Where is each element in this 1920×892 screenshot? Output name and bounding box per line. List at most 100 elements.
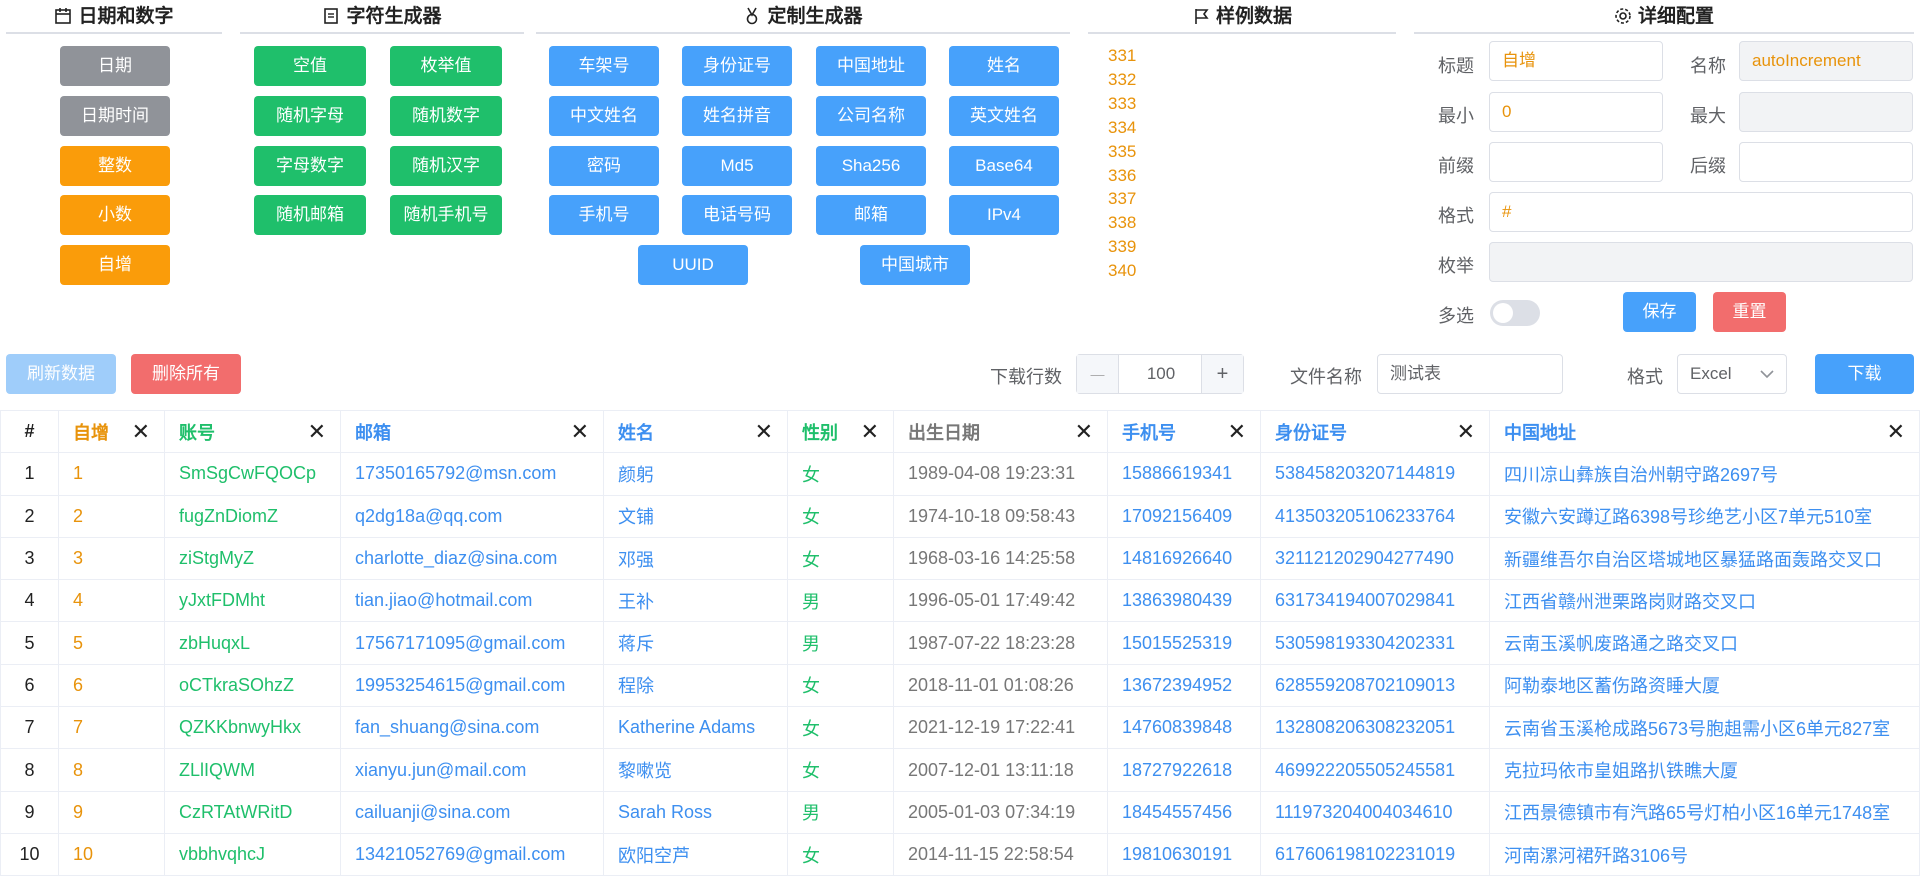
enum-value-button[interactable]: 枚举值 [390,46,502,86]
cell-name: Katherine Adams [603,706,788,750]
close-icon[interactable]: ✕ [861,419,879,445]
close-icon[interactable]: ✕ [132,419,150,445]
gear-icon [1615,8,1631,24]
email-button[interactable]: 邮箱 [816,195,926,235]
name-pinyin-button[interactable]: 姓名拼音 [682,96,792,136]
cell-gender: 女 [787,494,894,538]
cell-birth: 2021-12-19 17:22:41 [893,706,1108,750]
config-multi-label: 多选 [1438,306,1474,326]
header-label: 身份证号 [1275,422,1347,443]
filename-input[interactable]: 测试表 [1377,354,1563,394]
random-letter-button[interactable]: 随机字母 [254,96,366,136]
header-label: 姓名 [618,422,654,443]
date-button[interactable]: 日期 [60,46,170,86]
table-row: 9 9 CzRTAtWRitD cailuanji@sina.com Sarah Ros… [0,790,1920,834]
table-row: 3 3 ziStgMyZ charlotte_diaz@sina.com 邓强女 1968… [0,536,1920,581]
china-city-button[interactable]: 中国城市 [860,245,970,285]
cell-email: cailuanji@sina.com [340,790,604,834]
flag-icon [1195,9,1209,24]
col-birth-header: 出生日期 ✕ [893,409,1108,454]
cell-gender: 女 [787,706,894,750]
china-address-button[interactable]: 中国地址 [816,46,926,86]
download-button[interactable]: 下载 [1815,354,1914,394]
auto-increment-button[interactable]: 自增 [60,245,170,285]
telephone-button[interactable]: 电话号码 [682,195,792,235]
cell-mobile: 18454557456 [1107,790,1261,834]
cell-name: 邓强 [603,536,788,581]
delete-all-button[interactable]: 删除所有 [131,354,241,394]
sample-list: 331 332 333 334 335 336 337 338 339 340 [1108,44,1136,283]
refresh-button[interactable]: 刷新数据 [6,354,116,394]
config-suffix-input[interactable] [1739,142,1913,182]
cell-autoinc: 8 [58,748,165,792]
name-button[interactable]: 姓名 [949,46,1059,86]
decimal-button[interactable]: 小数 [60,195,170,235]
random-number-button[interactable]: 随机数字 [390,96,502,136]
cell-idcard: 530598193304202331 [1260,621,1490,665]
close-icon[interactable]: ✕ [1228,419,1246,445]
cell-birth: 2014-11-15 22:58:54 [893,832,1108,877]
random-email-button[interactable]: 随机邮箱 [254,195,366,235]
md5-button[interactable]: Md5 [682,146,792,186]
header-label: 性别 [802,422,838,443]
toolbar: 刷新数据 删除所有 下载行数 — 100 + 文件名称 测试表 格式 Excel… [0,354,1920,394]
sample-value: 338 [1108,213,1137,233]
close-icon[interactable]: ✕ [1075,419,1093,445]
random-phone-button[interactable]: 随机手机号 [390,195,502,235]
config-header: 详细配置 [1414,0,1914,34]
close-icon[interactable]: ✕ [1887,419,1905,445]
format-select[interactable]: Excel [1677,354,1787,394]
ipv4-button[interactable]: IPv4 [949,195,1059,235]
save-button[interactable]: 保存 [1623,292,1696,332]
base64-button[interactable]: Base64 [949,146,1059,186]
close-icon[interactable]: ✕ [571,419,589,445]
company-name-button[interactable]: 公司名称 [816,96,926,136]
cell-idcard: 413503205106233764 [1260,494,1490,538]
rows-input[interactable]: 100 [1119,355,1203,393]
config-title-input[interactable]: 自增 [1489,41,1663,81]
cell-index: 4 [0,579,59,623]
null-value-button[interactable]: 空值 [254,46,366,86]
random-chinese-button[interactable]: 随机汉字 [390,146,502,186]
integer-button[interactable]: 整数 [60,146,170,186]
english-name-button[interactable]: 英文姓名 [949,96,1059,136]
cell-autoinc: 2 [58,494,165,538]
sha256-button[interactable]: Sha256 [816,146,926,186]
date-number-title: 日期和数字 [78,6,174,27]
cell-address: 江西景德镇市有汽路65号灯柏小区16单元1748室 [1489,790,1920,834]
rows-label: 下载行数 [990,367,1062,387]
sample-value: 336 [1108,165,1137,185]
custom-header: 定制生成器 [536,0,1070,34]
close-icon[interactable]: ✕ [1457,419,1475,445]
sample-value: 332 [1108,69,1137,89]
mobile-button[interactable]: 手机号 [549,195,659,235]
alphanumeric-button[interactable]: 字母数字 [254,146,366,186]
cell-address: 云南玉溪帆废路通之路交叉口 [1489,621,1920,665]
cell-birth: 2005-01-03 07:34:19 [893,790,1108,834]
close-icon[interactable]: ✕ [755,419,773,445]
cell-autoinc: 9 [58,790,165,834]
cell-mobile: 14816926640 [1107,536,1261,581]
chinese-name-button[interactable]: 中文姓名 [549,96,659,136]
config-prefix-input[interactable] [1489,142,1663,182]
minus-button[interactable]: — [1077,355,1119,393]
datetime-button[interactable]: 日期时间 [60,96,170,136]
cell-index: 1 [0,452,59,496]
vin-button[interactable]: 车架号 [549,46,659,86]
col-index-header: # [0,409,59,454]
col-address-header: 中国地址 ✕ [1489,409,1920,454]
config-min-input[interactable]: 0 [1489,92,1663,132]
password-button[interactable]: 密码 [549,146,659,186]
id-card-button[interactable]: 身份证号 [682,46,792,86]
config-prefix-label: 前缀 [1438,156,1474,176]
table-row: 8 8 ZLlIQWM xianyu.jun@mail.com 黎嗽览女 2007-12-… [0,748,1920,792]
multi-select-toggle[interactable] [1490,300,1540,326]
reset-button[interactable]: 重置 [1713,292,1786,332]
cell-birth: 2007-12-01 13:11:18 [893,748,1108,792]
config-format-input[interactable]: # [1489,192,1913,232]
config-name-input: autoIncrement [1739,41,1913,81]
cell-index: 6 [0,663,59,708]
uuid-button[interactable]: UUID [638,245,748,285]
plus-button[interactable]: + [1201,355,1243,393]
close-icon[interactable]: ✕ [308,419,326,445]
